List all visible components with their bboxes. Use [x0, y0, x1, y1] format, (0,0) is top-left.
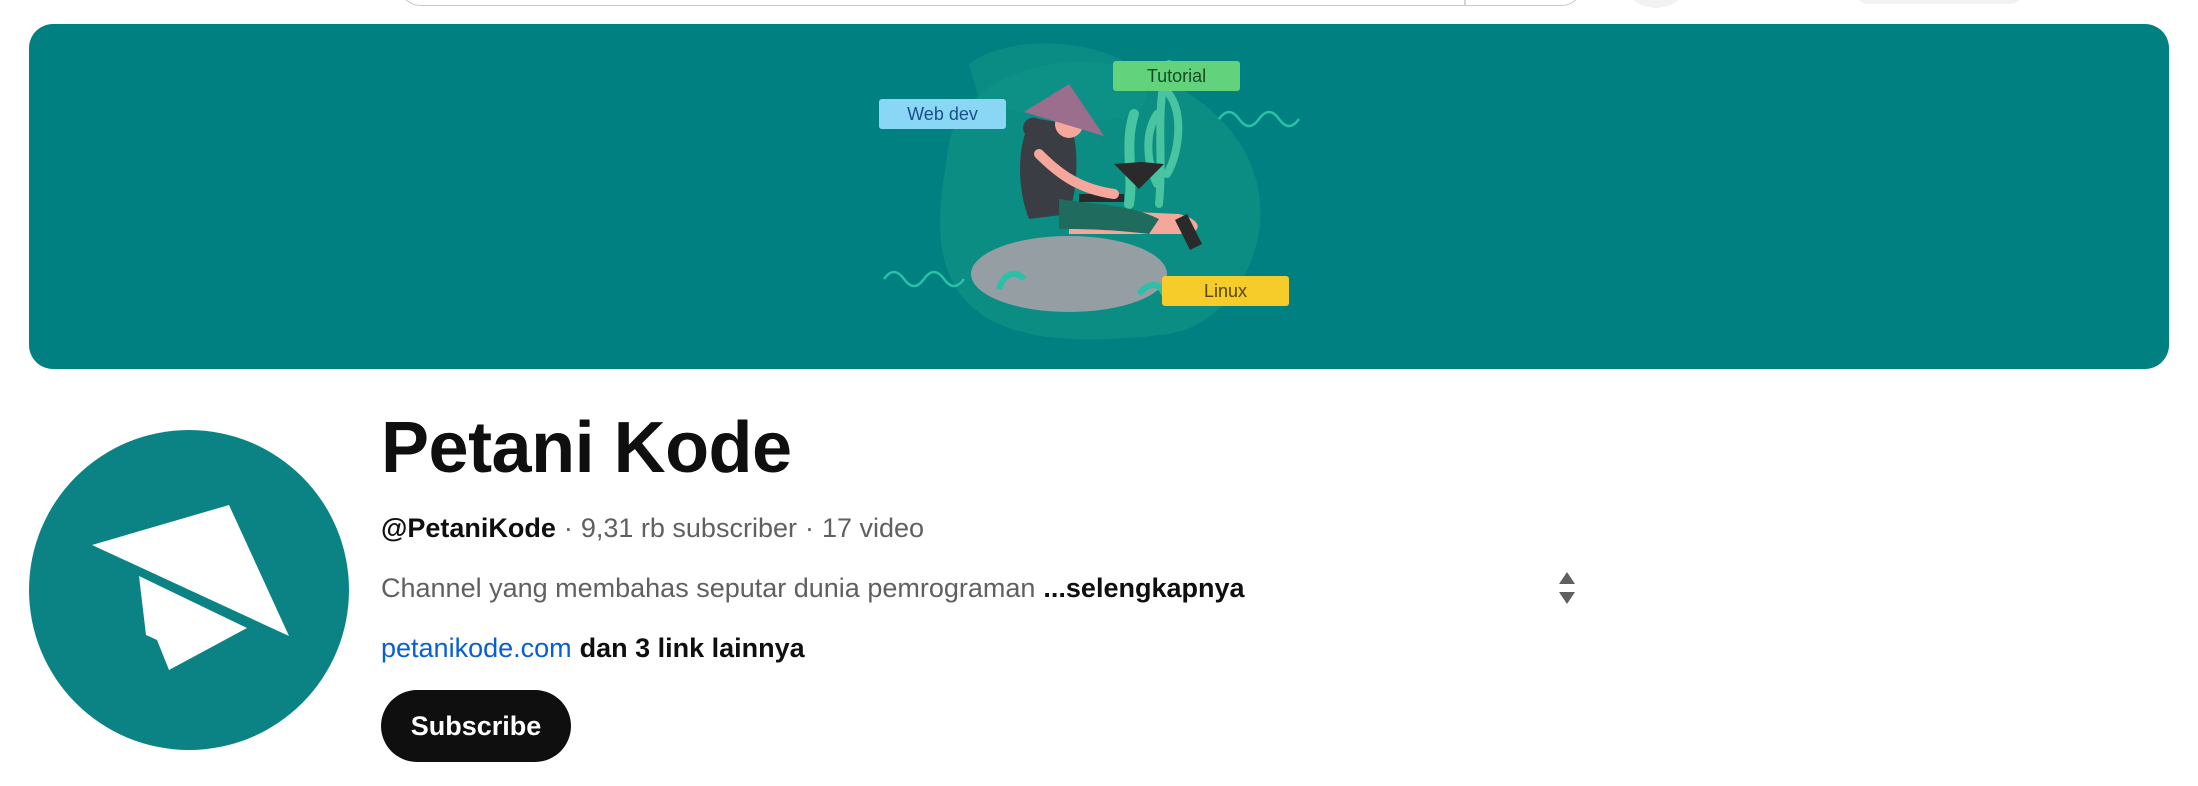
- channel-website-link[interactable]: petanikode.com: [381, 633, 572, 663]
- channel-banner: Web dev Tutorial Linux: [29, 24, 2169, 369]
- svg-text:Linux: Linux: [1204, 281, 1247, 301]
- channel-avatar[interactable]: [29, 430, 349, 750]
- description-text: Channel yang membahas seputar dunia pemr…: [381, 573, 1036, 603]
- svg-text:Tutorial: Tutorial: [1147, 66, 1206, 86]
- tag-web-dev: Web dev: [879, 99, 1006, 129]
- channel-meta: @PetaniKode · 9,31 rb subscriber · 17 video: [381, 512, 924, 544]
- svg-text:Web dev: Web dev: [907, 104, 978, 124]
- search-divider: [1464, 0, 1466, 6]
- video-count: 17 video: [821, 513, 925, 543]
- channel-handle: @PetaniKode: [381, 513, 556, 543]
- meta-separator: ·: [804, 513, 814, 543]
- header-icon-button[interactable]: [1626, 0, 1686, 8]
- sort-arrows-icon[interactable]: [1557, 570, 1577, 606]
- show-more-link[interactable]: ...selengkapnya: [1043, 573, 1244, 603]
- channel-links: petanikode.com dan 3 link lainnya: [381, 632, 805, 664]
- subscribe-button[interactable]: Subscribe: [381, 690, 571, 762]
- search-bar[interactable]: [398, 0, 1584, 6]
- more-links-link[interactable]: dan 3 link lainnya: [580, 633, 805, 663]
- subscriber-count: 9,31 rb subscriber: [580, 513, 797, 543]
- channel-name: Petani Kode: [381, 408, 792, 488]
- channel-description[interactable]: Channel yang membahas seputar dunia pemr…: [381, 572, 1245, 604]
- banner-illustration: Web dev Tutorial Linux: [879, 43, 1301, 340]
- paper-plane-icon: [92, 505, 289, 670]
- meta-separator: ·: [563, 513, 573, 543]
- header-pill-button[interactable]: [1856, 0, 2022, 4]
- tag-tutorial: Tutorial: [1113, 61, 1240, 91]
- tag-linux: Linux: [1162, 276, 1289, 306]
